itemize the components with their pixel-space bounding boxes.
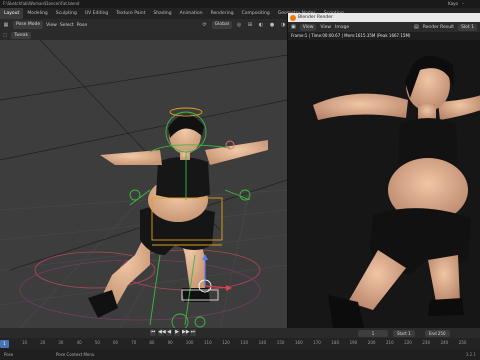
prev-keyframe-button[interactable]: ◀◀ [158,329,166,336]
start-value: 1 [408,330,411,336]
mode-dropdown[interactable]: Pose Mode [13,21,44,29]
overlay-icon[interactable]: ◐ [257,21,265,29]
ruler-tick-label: 20 [40,340,46,345]
ruler-tick-label: 120 [222,340,230,345]
ruler-tick-label: 50 [94,340,100,345]
editor-type-icon[interactable]: ▦ [2,21,10,29]
jump-end-button[interactable]: ⏭ [190,329,196,336]
ruler-tick-label: 160 [295,340,303,345]
ruler-tick-label: 220 [404,340,412,345]
select-menu[interactable]: Select [60,23,74,28]
render-window-header: ▣ View View Image ▤ Render Result Slot 1 [288,22,480,32]
tab-modeling[interactable]: Modeling [23,8,51,19]
view-menu[interactable]: View [46,23,57,28]
render-window-titlebar: Blender Render [288,13,480,22]
viewport-tool-settings: ⬚ Tweak [0,31,287,40]
ruler-tick-label: 30 [58,340,64,345]
next-keyframe-button[interactable]: ▶▶ [182,329,190,336]
blender-logo-icon [290,14,296,21]
viewport-scene [0,40,287,328]
cursor-tool-icon[interactable]: ⬚ [3,33,7,38]
playhead-frame[interactable]: 1 [0,340,9,348]
ruler-tick-label: 240 [440,340,449,345]
tab-compositing[interactable]: Compositing [238,8,274,19]
render-image-menu[interactable]: Image [335,25,349,30]
tab-texture-paint[interactable]: Texture Paint [112,8,149,19]
play-button[interactable]: ▶ [174,329,180,336]
render-window: Blender Render ▣ View View Image ▤ Rende… [287,13,480,328]
render-result-icon: ▤ [413,24,419,30]
render-layer-field[interactable]: Render Result [423,25,454,30]
ruler-tick-label: 40 [76,340,82,345]
user-label: Kayo [448,1,458,6]
status-hint: Pose Context Menu [56,352,95,357]
current-frame-field[interactable]: 1 [358,329,388,337]
orientation-icon: ⟳ [202,22,207,28]
ruler-tick-label: 70 [131,340,137,345]
playback-controls: ⏮ ◀◀ ◀ ▶ ▶▶ ⏭ [150,329,196,336]
render-image [313,55,480,328]
pose-menu[interactable]: Pose [77,23,87,28]
ruler-tick-label: 250 [458,340,467,345]
ruler-tick-label: 200 [367,340,376,345]
render-window-title: Blender Render [298,15,333,20]
snap-icon[interactable]: ⊞ [246,21,254,29]
tab-uv-editing[interactable]: UV Editing [81,8,112,19]
ruler-tick-label: 130 [240,340,249,345]
tab-layout[interactable]: Layout [0,8,24,19]
render-stats: Frame:1 | Time:00:00.67 | Mem:1615.35M (… [288,32,480,40]
ruler-tick-label: 10 [22,340,28,345]
tab-rendering[interactable]: Rendering [207,8,238,19]
ruler-tick-label: 190 [349,340,358,345]
ruler-tick-label: 180 [331,340,340,345]
tab-animation[interactable]: Animation [176,8,207,19]
render-canvas[interactable] [288,40,480,328]
orientation-dropdown[interactable]: Global [211,21,232,29]
ruler-tick-label: 110 [204,340,212,345]
minimize-button[interactable]: – [462,0,468,8]
viewport-header: ▦ Pose Mode View Select Pose ⟳ Global ◎ … [0,19,287,31]
ruler-tick-label: 90 [167,340,173,345]
start-label: Start [397,330,407,336]
transform-dropdown[interactable]: Tweak [11,32,32,39]
render-view-menu[interactable]: View [299,23,317,31]
timeline-ruler[interactable]: 1 10 20 30 40 50 60 70 80 90 100 110 120 130 140 150 16… [0,338,480,349]
status-mode: Pose [4,352,14,357]
window-title: F:\Sketchfab\Woman\Dancer\Fat.blend [3,1,80,6]
image-editor-icon[interactable]: ▣ [291,24,296,30]
status-bar: Pose Pose Context Menu 3.2.1 [0,349,480,360]
ruler-tick-label: 170 [313,340,321,345]
tab-sculpting[interactable]: Sculpting [52,8,81,19]
render-view-menu-2[interactable]: View [320,25,331,30]
status-version: 3.2.1 [465,352,476,357]
jump-start-button[interactable]: ⏮ [150,329,156,336]
end-label: End [429,330,437,336]
shading-solid-icon[interactable]: ● [268,21,276,29]
ruler-tick-label: 230 [422,340,431,345]
window-titlebar: F:\Sketchfab\Woman\Dancer\Fat.blend Kayo… [0,0,480,8]
play-reverse-button[interactable]: ◀ [166,329,172,336]
transform-gizmo [202,254,232,291]
shading-material-icon[interactable]: ◑ [279,21,287,29]
blender-window: F:\Sketchfab\Woman\Dancer\Fat.blend Kayo… [0,0,480,360]
ruler-tick-label: 150 [276,340,285,345]
pivot-icon[interactable]: ◎ [235,21,243,29]
ruler-tick-label: 60 [113,340,119,345]
tab-shading[interactable]: Shading [149,8,175,19]
start-frame-field[interactable]: Start 1 [393,329,415,337]
ruler-tick-label: 100 [185,340,194,345]
3d-viewport[interactable] [0,40,287,328]
end-value: 250 [437,330,446,336]
ruler-tick-label: 140 [258,340,267,345]
slot-dropdown[interactable]: Slot 1 [458,23,477,31]
end-frame-field[interactable]: End 250 [425,329,450,337]
ruler-tick-label: 80 [149,340,155,345]
timeline-header: ⏮ ◀◀ ◀ ▶ ▶▶ ⏭ 1 Start 1 End 250 [0,328,480,338]
ruler-tick-label: 210 [386,340,394,345]
